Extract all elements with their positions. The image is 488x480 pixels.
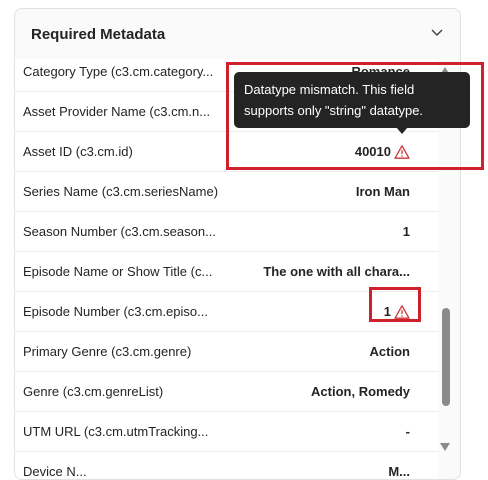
field-value: The one with all chara... (263, 264, 410, 279)
field-label: UTM URL (c3.cm.utmTracking... (23, 424, 209, 439)
metadata-row-season-number: Season Number (c3.cm.season... 1 (15, 212, 438, 252)
field-label: Episode Name or Show Title (c... (23, 264, 213, 279)
field-value: 1 (402, 224, 410, 239)
field-value: Action, Romedy (311, 384, 410, 399)
metadata-row-series-name: Series Name (c3.cm.seriesName) Iron Man (15, 172, 438, 212)
panel-title: Required Metadata (31, 26, 166, 43)
field-label: Category Type (c3.cm.category... (23, 64, 214, 79)
field-value: M... (388, 464, 410, 479)
field-label: Genre (c3.cm.genreList) (23, 384, 164, 399)
field-label: Asset ID (c3.cm.id) (23, 144, 133, 159)
highlight-box-episode-number (369, 287, 421, 322)
metadata-row-utm-url: UTM URL (c3.cm.utmTracking... - (15, 412, 438, 452)
chevron-down-icon[interactable] (428, 23, 446, 41)
field-label: Device N... (23, 464, 87, 479)
scroll-down-arrow-icon[interactable] (439, 442, 451, 452)
scrollbar-thumb[interactable] (442, 308, 450, 406)
field-label: Series Name (c3.cm.seriesName) (23, 184, 219, 199)
field-value: Iron Man (355, 184, 410, 199)
metadata-row-genre: Genre (c3.cm.genreList) Action, Romedy (15, 372, 438, 412)
highlight-box-asset-id (226, 62, 484, 170)
field-label: Asset Provider Name (c3.cm.n... (23, 104, 211, 119)
metadata-row-primary-genre: Primary Genre (c3.cm.genre) Action (15, 332, 438, 372)
panel-header[interactable]: Required Metadata (15, 9, 460, 59)
field-label: Season Number (c3.cm.season... (23, 224, 216, 239)
field-value: - (405, 424, 410, 439)
field-label: Primary Genre (c3.cm.genre) (23, 344, 192, 359)
field-label: Episode Number (c3.cm.episo... (23, 304, 208, 319)
metadata-row-episode-name: Episode Name or Show Title (c... The one… (15, 252, 438, 292)
metadata-row-device: Device N... M... (15, 452, 438, 479)
field-value: Action (369, 344, 410, 359)
